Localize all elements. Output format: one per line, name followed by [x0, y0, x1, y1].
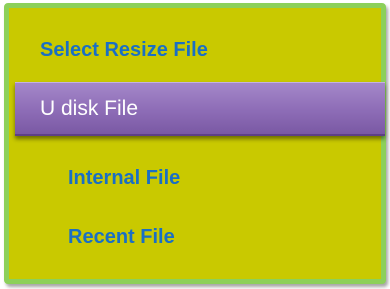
menu-item-label: U disk File: [40, 97, 139, 120]
menu-item-u-disk-file[interactable]: U disk File: [15, 82, 385, 136]
resize-file-menu: Select Resize File U disk File Internal …: [4, 3, 386, 284]
menu-item-internal-file[interactable]: Internal File: [68, 167, 180, 190]
menu-title: Select Resize File: [40, 39, 208, 61]
menu-item-recent-file[interactable]: Recent File: [68, 226, 175, 249]
